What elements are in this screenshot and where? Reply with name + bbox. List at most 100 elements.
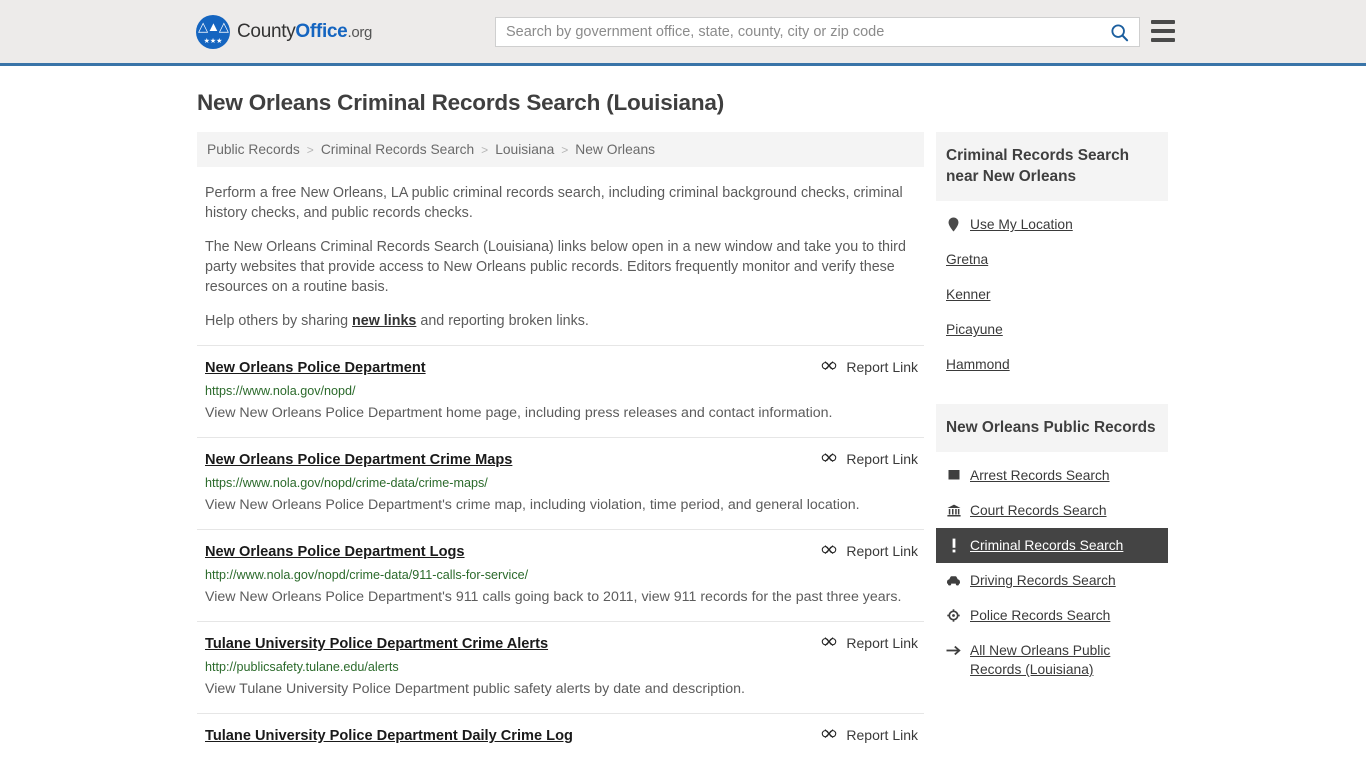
logo-text-office: Office	[295, 20, 348, 42]
report-link-label: Report Link	[846, 635, 918, 651]
eagle-seal-icon: △▲△ ★★★	[196, 14, 230, 49]
search-bar[interactable]	[495, 17, 1140, 47]
sidebar-public-records-heading: New Orleans Public Records	[936, 404, 1168, 452]
result-title-link[interactable]: New Orleans Police Department	[205, 358, 426, 378]
report-link-button[interactable]: Report Link	[821, 727, 918, 743]
sidebar-item-police-records-search[interactable]: Police Records Search	[936, 598, 1168, 633]
result-item: Tulane University Police Department Crim…	[197, 621, 924, 713]
intro-text: Perform a free New Orleans, LA public cr…	[205, 183, 918, 331]
report-link-button[interactable]: Report Link	[821, 451, 918, 467]
report-link-button[interactable]: Report Link	[821, 359, 918, 375]
sidebar-item-picayune[interactable]: Picayune	[936, 312, 1168, 347]
result-description: View New Orleans Police Department's 911…	[205, 589, 902, 605]
sidebar-item-criminal-records-search[interactable]: Criminal Records Search	[936, 528, 1168, 563]
intro-paragraph-2: The New Orleans Criminal Records Search …	[205, 239, 906, 295]
logo-text-tld: .org	[347, 23, 373, 41]
page-body: New Orleans Criminal Records Search (Lou…	[0, 90, 1366, 758]
car-icon	[946, 571, 961, 589]
sidebar-item-use-my-location[interactable]: Use My Location	[936, 207, 1168, 242]
breadcrumb-separator: >	[481, 142, 489, 157]
sidebar-item-label: Driving Records Search	[970, 573, 1116, 588]
report-link-label: Report Link	[846, 543, 918, 559]
new-links-link[interactable]: new links	[352, 313, 416, 329]
sidebar-item-driving-records-search[interactable]: Driving Records Search	[936, 563, 1168, 598]
result-url: https://www.nola.gov/nopd/crime-data/cri…	[205, 476, 488, 490]
sidebar-item-court-records-search[interactable]: Court Records Search	[936, 493, 1168, 528]
handcuffs-icon	[946, 466, 961, 484]
result-header: New Orleans Police Department Report Lin…	[205, 358, 918, 378]
arrow-right-icon	[946, 641, 961, 659]
police-badge-icon	[946, 606, 961, 624]
broken-link-icon	[822, 361, 837, 371]
sidebar-item-all-public-records[interactable]: All New Orleans Public Records (Louisian…	[936, 633, 1168, 687]
sidebar-item-label: Criminal Records Search	[970, 538, 1124, 553]
site-header: △▲△ ★★★ CountyOffice.org	[0, 0, 1366, 66]
broken-link-icon	[822, 729, 837, 739]
map-pin-icon	[946, 215, 961, 233]
hamburger-bar-1	[1151, 20, 1175, 24]
result-title-link[interactable]: Tulane University Police Department Dail…	[205, 726, 573, 746]
result-title-link[interactable]: New Orleans Police Department Logs	[205, 542, 465, 562]
result-item: New Orleans Police Department Report Lin…	[197, 345, 924, 437]
result-title-link[interactable]: Tulane University Police Department Crim…	[205, 634, 548, 654]
logo-wordmark: CountyOffice.org	[237, 21, 372, 43]
result-description: View Tulane University Police Department…	[205, 681, 745, 697]
sidebar-item-label: Hammond	[946, 357, 1010, 372]
logo-text-county: County	[237, 20, 296, 42]
site-logo[interactable]: △▲△ ★★★ CountyOffice.org	[196, 14, 372, 49]
sidebar-item-gretna[interactable]: Gretna	[936, 242, 1168, 277]
result-item: Tulane University Police Department Dail…	[197, 713, 924, 758]
sidebar-item-label: Police Records Search	[970, 608, 1111, 623]
report-link-label: Report Link	[846, 451, 918, 467]
hamburger-bar-2	[1151, 29, 1175, 33]
broken-link-icon	[822, 545, 837, 555]
sidebar-item-hammond[interactable]: Hammond	[936, 347, 1168, 382]
breadcrumb-separator: >	[561, 142, 569, 157]
result-header: New Orleans Police Department Crime Maps…	[205, 450, 918, 470]
search-input[interactable]	[496, 18, 1099, 46]
sidebar-item-label: Gretna	[946, 252, 989, 267]
result-url: https://www.nola.gov/nopd/	[205, 384, 356, 398]
sidebar-item-kenner[interactable]: Kenner	[936, 277, 1168, 312]
result-description: View New Orleans Police Department's cri…	[205, 497, 860, 513]
breadcrumb-separator: >	[306, 142, 314, 157]
results-list: New Orleans Police Department Report Lin…	[197, 345, 924, 758]
alert-exclamation-icon	[946, 536, 961, 554]
breadcrumb-item-louisiana[interactable]: Louisiana	[495, 142, 554, 157]
sidebar-item-label: Court Records Search	[970, 503, 1107, 518]
sidebar-item-arrest-records-search[interactable]: Arrest Records Search	[936, 458, 1168, 493]
sidebar-item-label: All New Orleans Public Records (Louisian…	[970, 643, 1111, 677]
search-button[interactable]	[1099, 18, 1139, 46]
breadcrumb-item-criminal-records-search[interactable]: Criminal Records Search	[321, 142, 474, 157]
search-icon	[1110, 23, 1128, 41]
breadcrumb-item-new-orleans[interactable]: New Orleans	[575, 142, 655, 157]
sidebar-item-label: Use My Location	[970, 217, 1073, 232]
hamburger-bar-3	[1151, 38, 1175, 42]
intro-p3-before: Help others by sharing	[205, 313, 353, 329]
intro-paragraph-1: Perform a free New Orleans, LA public cr…	[205, 185, 903, 221]
sidebar-nearby-heading: Criminal Records Search near New Orleans	[936, 132, 1168, 201]
sidebar-item-label: Kenner	[946, 287, 991, 302]
result-title-link[interactable]: New Orleans Police Department Crime Maps	[205, 450, 512, 470]
result-header: New Orleans Police Department Logs Repor…	[205, 542, 918, 562]
breadcrumb: Public Records > Criminal Records Search…	[197, 132, 924, 167]
breadcrumb-item-public-records[interactable]: Public Records	[207, 142, 300, 157]
broken-link-icon	[822, 637, 837, 647]
sidebar-nearby-box: Criminal Records Search near New Orleans…	[936, 132, 1168, 382]
result-item: New Orleans Police Department Logs Repor…	[197, 529, 924, 621]
sidebar-item-label: Picayune	[946, 322, 1003, 337]
result-header: Tulane University Police Department Dail…	[205, 726, 918, 746]
sidebar-item-label: Arrest Records Search	[970, 468, 1110, 483]
page-title: New Orleans Criminal Records Search (Lou…	[197, 90, 725, 115]
result-url: http://www.nola.gov/nopd/crime-data/911-…	[205, 568, 529, 582]
report-link-label: Report Link	[846, 359, 918, 375]
report-link-label: Report Link	[846, 727, 918, 743]
report-link-button[interactable]: Report Link	[821, 635, 918, 651]
courthouse-icon	[946, 501, 961, 519]
content-columns: Public Records > Criminal Records Search…	[197, 132, 1177, 758]
intro-p3-after: and reporting broken links.	[416, 313, 589, 329]
result-item: New Orleans Police Department Crime Maps…	[197, 437, 924, 529]
result-url: http://publicsafety.tulane.edu/alerts	[205, 660, 399, 674]
hamburger-menu-icon[interactable]	[1151, 20, 1175, 42]
report-link-button[interactable]: Report Link	[821, 543, 918, 559]
